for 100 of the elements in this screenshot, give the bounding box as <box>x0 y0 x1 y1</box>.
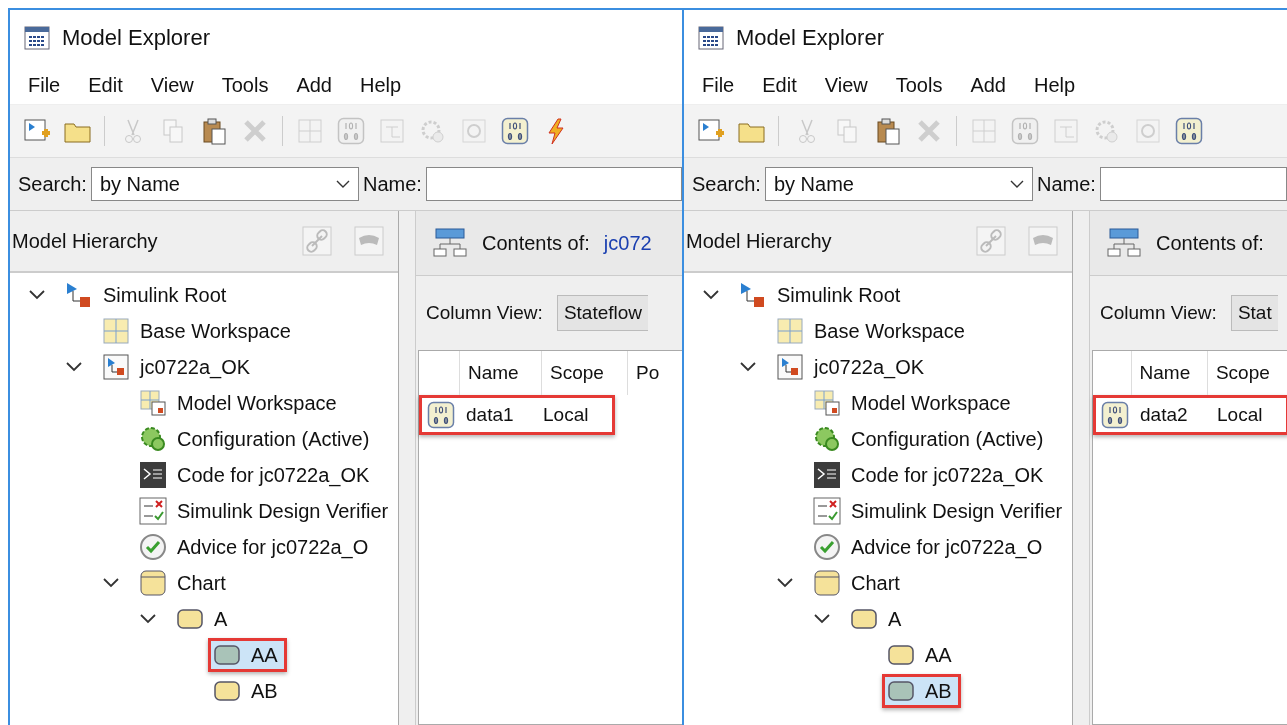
tree-item[interactable]: Base Workspace <box>97 314 300 348</box>
model-icon <box>776 353 804 381</box>
menu-item[interactable]: Add <box>956 73 1020 97</box>
terminal-icon <box>813 461 841 489</box>
column-view-label: Column View: <box>426 302 543 324</box>
search-label: Search: <box>18 172 87 196</box>
tree-item[interactable]: AA <box>208 638 287 672</box>
chevron-down-icon[interactable] <box>139 613 157 625</box>
column-header[interactable]: Po <box>627 351 682 395</box>
menu-item[interactable]: Edit <box>74 73 137 97</box>
table-row[interactable]: data1 Local <box>419 395 615 435</box>
pane-title: Model Hierarchy <box>12 229 159 253</box>
tree-item[interactable]: Simulink Root <box>734 278 910 312</box>
menu-item[interactable]: Add <box>282 73 346 97</box>
name-field[interactable] <box>1099 167 1287 201</box>
column-header[interactable]: Name <box>459 351 541 395</box>
tree-item[interactable]: AB <box>882 674 961 708</box>
menu-item[interactable]: Help <box>346 73 416 97</box>
window-title: Model Explorer <box>62 25 210 51</box>
tree-item[interactable]: jc0722a_OK <box>97 350 260 384</box>
tree-item[interactable]: A <box>845 602 911 636</box>
data-icon[interactable] <box>1175 117 1203 145</box>
column-view-dropdown[interactable]: Stat <box>1230 295 1278 331</box>
grid-icon <box>102 317 130 345</box>
chevron-down-icon[interactable] <box>28 289 46 301</box>
table-cell-text: Local <box>1216 404 1263 426</box>
chevron-down-icon[interactable] <box>65 361 83 373</box>
name-label: Name: <box>362 172 422 196</box>
search-dropdown[interactable]: by Name <box>764 167 1033 201</box>
tree-item[interactable]: Advice for jc0722a_O <box>134 530 378 564</box>
tree-item[interactable]: AB <box>208 674 287 708</box>
link-icon[interactable] <box>976 226 1006 256</box>
chevron-down-icon[interactable] <box>739 361 757 373</box>
name-label: Name: <box>1036 172 1096 196</box>
model-icon <box>102 353 130 381</box>
chevron-down-icon[interactable] <box>702 289 720 301</box>
checkmark-icon <box>139 533 167 561</box>
search-dropdown[interactable]: by Name <box>90 167 359 201</box>
data-icon <box>427 401 455 429</box>
column-header[interactable]: Scope <box>541 351 627 395</box>
tree-item[interactable]: Configuration (Active) <box>134 422 379 456</box>
tree-item[interactable]: Code for jc0722a_OK <box>808 458 1053 492</box>
hierarchy-icon <box>432 227 468 259</box>
tree-item[interactable]: AA <box>882 638 961 672</box>
table-cell-text: Local <box>542 404 589 426</box>
contents-path[interactable]: jc072 <box>603 231 652 255</box>
link-icon[interactable] <box>302 226 332 256</box>
tree-item[interactable]: Base Workspace <box>771 314 974 348</box>
chart-icon <box>139 569 167 597</box>
grid-icon <box>776 317 804 345</box>
menu-item[interactable]: Tools <box>207 73 283 97</box>
window-icon <box>698 26 724 50</box>
menu-item[interactable]: File <box>688 73 749 97</box>
table-cell-text: data1 <box>465 404 515 426</box>
terminal-icon <box>139 461 167 489</box>
tree-item[interactable]: Configuration (Active) <box>808 422 1053 456</box>
chevron-down-icon <box>1009 179 1024 189</box>
chart-icon <box>813 569 841 597</box>
column-view-dropdown[interactable]: Stateflow <box>556 295 649 331</box>
pane-title: Model Hierarchy <box>686 229 833 253</box>
tree-item[interactable]: A <box>171 602 237 636</box>
clipboard-icon[interactable] <box>200 117 228 145</box>
data-icon <box>1101 401 1129 429</box>
grid-icon <box>813 389 841 417</box>
gears-icon <box>139 425 167 453</box>
column-view-label: Column View: <box>1100 302 1217 324</box>
column-header[interactable]: Name <box>1130 351 1207 395</box>
chevron-down-icon[interactable] <box>776 577 794 589</box>
window-icon <box>24 26 50 50</box>
data-icon[interactable] <box>501 117 529 145</box>
chevron-down-icon[interactable] <box>813 613 831 625</box>
menu-item[interactable]: View <box>136 73 208 97</box>
name-field[interactable] <box>425 167 682 201</box>
window-title: Model Explorer <box>736 25 884 51</box>
gears-icon <box>813 425 841 453</box>
tree-item[interactable]: Simulink Root <box>60 278 236 312</box>
menu-item[interactable]: File <box>14 73 75 97</box>
checklist-icon <box>813 497 841 525</box>
menu-item[interactable]: Help <box>1020 73 1090 97</box>
column-header[interactable]: Scope <box>1206 351 1287 395</box>
tree-item[interactable]: Simulink Design Verifier <box>134 494 398 528</box>
tree-item[interactable]: Simulink Design Verifier <box>808 494 1072 528</box>
hierarchy-icon <box>1106 227 1142 259</box>
chevron-down-icon <box>335 179 350 189</box>
tree-item[interactable]: Code for jc0722a_OK <box>134 458 379 492</box>
table-row[interactable]: data2 Local <box>1093 395 1287 435</box>
menu-item[interactable]: Edit <box>748 73 811 97</box>
tree-item[interactable]: Chart <box>808 566 909 600</box>
tree-item[interactable]: jc0722a_OK <box>771 350 934 384</box>
tree-item[interactable]: Advice for jc0722a_O <box>808 530 1052 564</box>
tree-item[interactable]: Model Workspace <box>134 386 346 420</box>
chevron-down-icon[interactable] <box>102 577 120 589</box>
menu-item[interactable]: View <box>810 73 882 97</box>
checklist-icon <box>139 497 167 525</box>
tree-item[interactable]: Chart <box>134 566 235 600</box>
tree-item[interactable]: Model Workspace <box>808 386 1020 420</box>
contents-label: Contents of: <box>482 231 590 255</box>
block-diagram-icon <box>65 281 93 309</box>
clipboard-icon[interactable] <box>874 117 902 145</box>
menu-item[interactable]: Tools <box>881 73 957 97</box>
